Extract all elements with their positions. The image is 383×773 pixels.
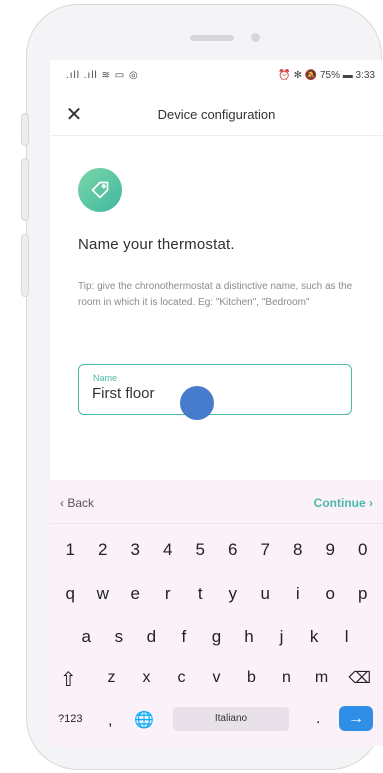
delete-key[interactable]: ⌫ xyxy=(348,668,371,688)
key[interactable]: 2 xyxy=(88,540,118,560)
key[interactable]: y xyxy=(218,584,248,604)
tag-icon xyxy=(78,168,122,212)
key[interactable]: h xyxy=(234,627,264,647)
key[interactable]: 0 xyxy=(348,540,378,560)
key[interactable]: 1 xyxy=(55,540,85,560)
key[interactable]: n xyxy=(272,669,302,687)
key[interactable]: k xyxy=(299,627,329,647)
key[interactable]: x xyxy=(132,669,162,687)
key[interactable]: i xyxy=(283,584,313,604)
key[interactable]: m xyxy=(307,669,337,687)
key-row-bottom: z x c v b n m xyxy=(50,669,383,687)
key[interactable]: g xyxy=(201,627,231,647)
key[interactable]: j xyxy=(267,627,297,647)
continue-button[interactable]: Continue › xyxy=(314,496,373,510)
screen: .ıll .ıll ≋ ▭ ◎ ⏰ ✻ 🔕 75% ▬ 3:33 ✕ Devic… xyxy=(50,60,383,746)
heading: Name your thermostat. xyxy=(78,236,235,253)
key[interactable]: 3 xyxy=(120,540,150,560)
keyboard: ‹ Back Continue › 1 2 3 4 5 6 7 8 9 0 q … xyxy=(50,480,383,746)
camera xyxy=(251,33,260,42)
key[interactable]: s xyxy=(104,627,134,647)
speaker xyxy=(190,35,234,41)
key[interactable]: c xyxy=(167,669,197,687)
comma-key[interactable]: , xyxy=(108,712,112,730)
key-row-middle: a s d f g h j k l xyxy=(50,627,383,647)
key[interactable]: 4 xyxy=(153,540,183,560)
keyboard-nav-bar: ‹ Back Continue › xyxy=(50,480,383,524)
name-field[interactable]: Name xyxy=(78,364,352,415)
status-bar: .ıll .ıll ≋ ▭ ◎ ⏰ ✻ 🔕 75% ▬ 3:33 xyxy=(50,60,383,94)
symbols-key[interactable]: ?123 xyxy=(58,713,82,725)
tip-text: Tip: give the chronothermostat a distinc… xyxy=(78,281,353,308)
globe-icon[interactable]: 🌐 xyxy=(134,710,154,730)
key[interactable]: z xyxy=(97,669,127,687)
volume-down-button xyxy=(21,234,29,297)
enter-key[interactable]: → xyxy=(339,706,373,731)
key[interactable]: 9 xyxy=(315,540,345,560)
key[interactable]: t xyxy=(185,584,215,604)
period-key[interactable]: . xyxy=(316,710,320,728)
key[interactable]: 8 xyxy=(283,540,313,560)
key[interactable]: 6 xyxy=(218,540,248,560)
key[interactable]: v xyxy=(202,669,232,687)
status-right: ⏰ ✻ 🔕 75% ▬ 3:33 xyxy=(278,70,375,81)
key-row-top: q w e r t y u i o p xyxy=(50,584,383,604)
key[interactable]: b xyxy=(237,669,267,687)
app-header: ✕ Device configuration xyxy=(50,94,383,136)
key[interactable]: r xyxy=(153,584,183,604)
key[interactable]: d xyxy=(136,627,166,647)
volume-up-button xyxy=(21,158,29,221)
key[interactable]: l xyxy=(332,627,362,647)
key[interactable]: 5 xyxy=(185,540,215,560)
side-button xyxy=(21,113,29,146)
touch-indicator xyxy=(180,386,214,420)
key[interactable]: f xyxy=(169,627,199,647)
space-key[interactable]: Italiano xyxy=(173,707,289,731)
key[interactable]: o xyxy=(315,584,345,604)
key[interactable]: e xyxy=(120,584,150,604)
page-title: Device configuration xyxy=(157,107,276,122)
key[interactable]: q xyxy=(55,584,85,604)
key[interactable]: u xyxy=(250,584,280,604)
key[interactable]: p xyxy=(348,584,378,604)
key[interactable]: a xyxy=(71,627,101,647)
tag-icon-glyph xyxy=(91,181,109,199)
key[interactable]: w xyxy=(88,584,118,604)
key[interactable]: 7 xyxy=(250,540,280,560)
back-button[interactable]: ‹ Back xyxy=(60,496,94,510)
signal-icons: .ıll .ıll ≋ ▭ ◎ xyxy=(66,70,139,81)
name-field-label: Name xyxy=(93,373,118,383)
key-row-numbers: 1 2 3 4 5 6 7 8 9 0 xyxy=(50,540,383,560)
